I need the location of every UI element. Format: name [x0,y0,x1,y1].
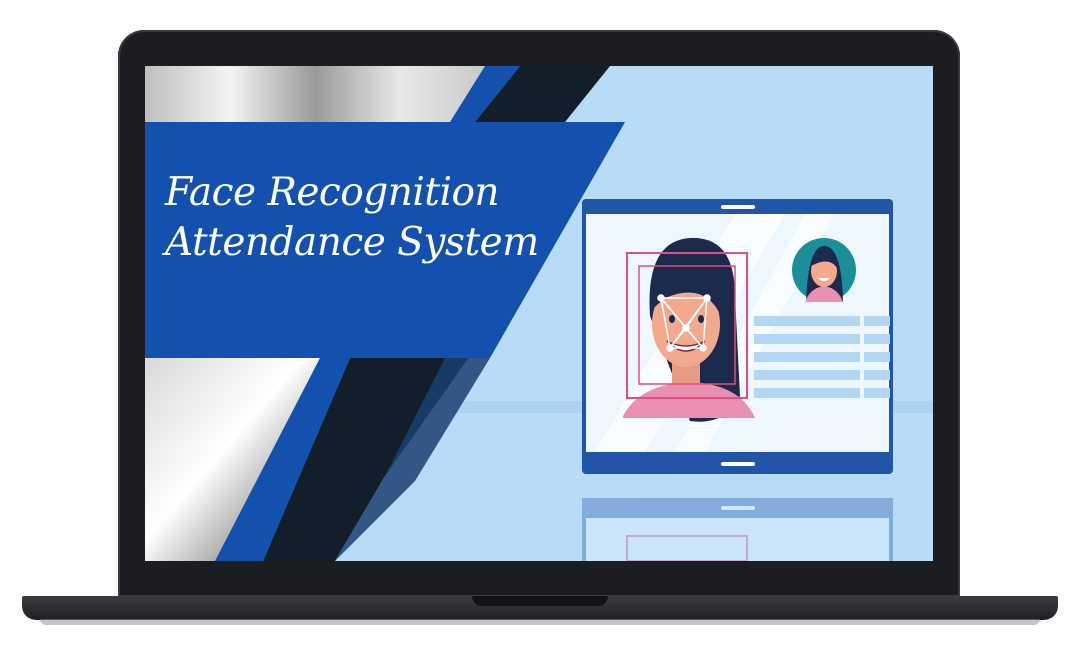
laptop-base-shadow [40,619,1040,625]
laptop-notch [472,596,608,606]
title-line-1: Face Recognition [165,170,500,215]
card-reflection [582,498,893,561]
silver-panel-top [145,66,485,122]
card-bottom-handle [721,462,755,466]
id-card [582,199,893,474]
title-block: Face Recognition Attendance System [165,168,545,268]
illustration [145,66,933,561]
laptop-screen: Face Recognition Attendance System [145,66,933,561]
laptop-mockup: Face Recognition Attendance System [0,0,1080,660]
title-line-2: Attendance System [165,220,539,265]
avatar [792,238,856,302]
card-top-handle [721,205,755,209]
